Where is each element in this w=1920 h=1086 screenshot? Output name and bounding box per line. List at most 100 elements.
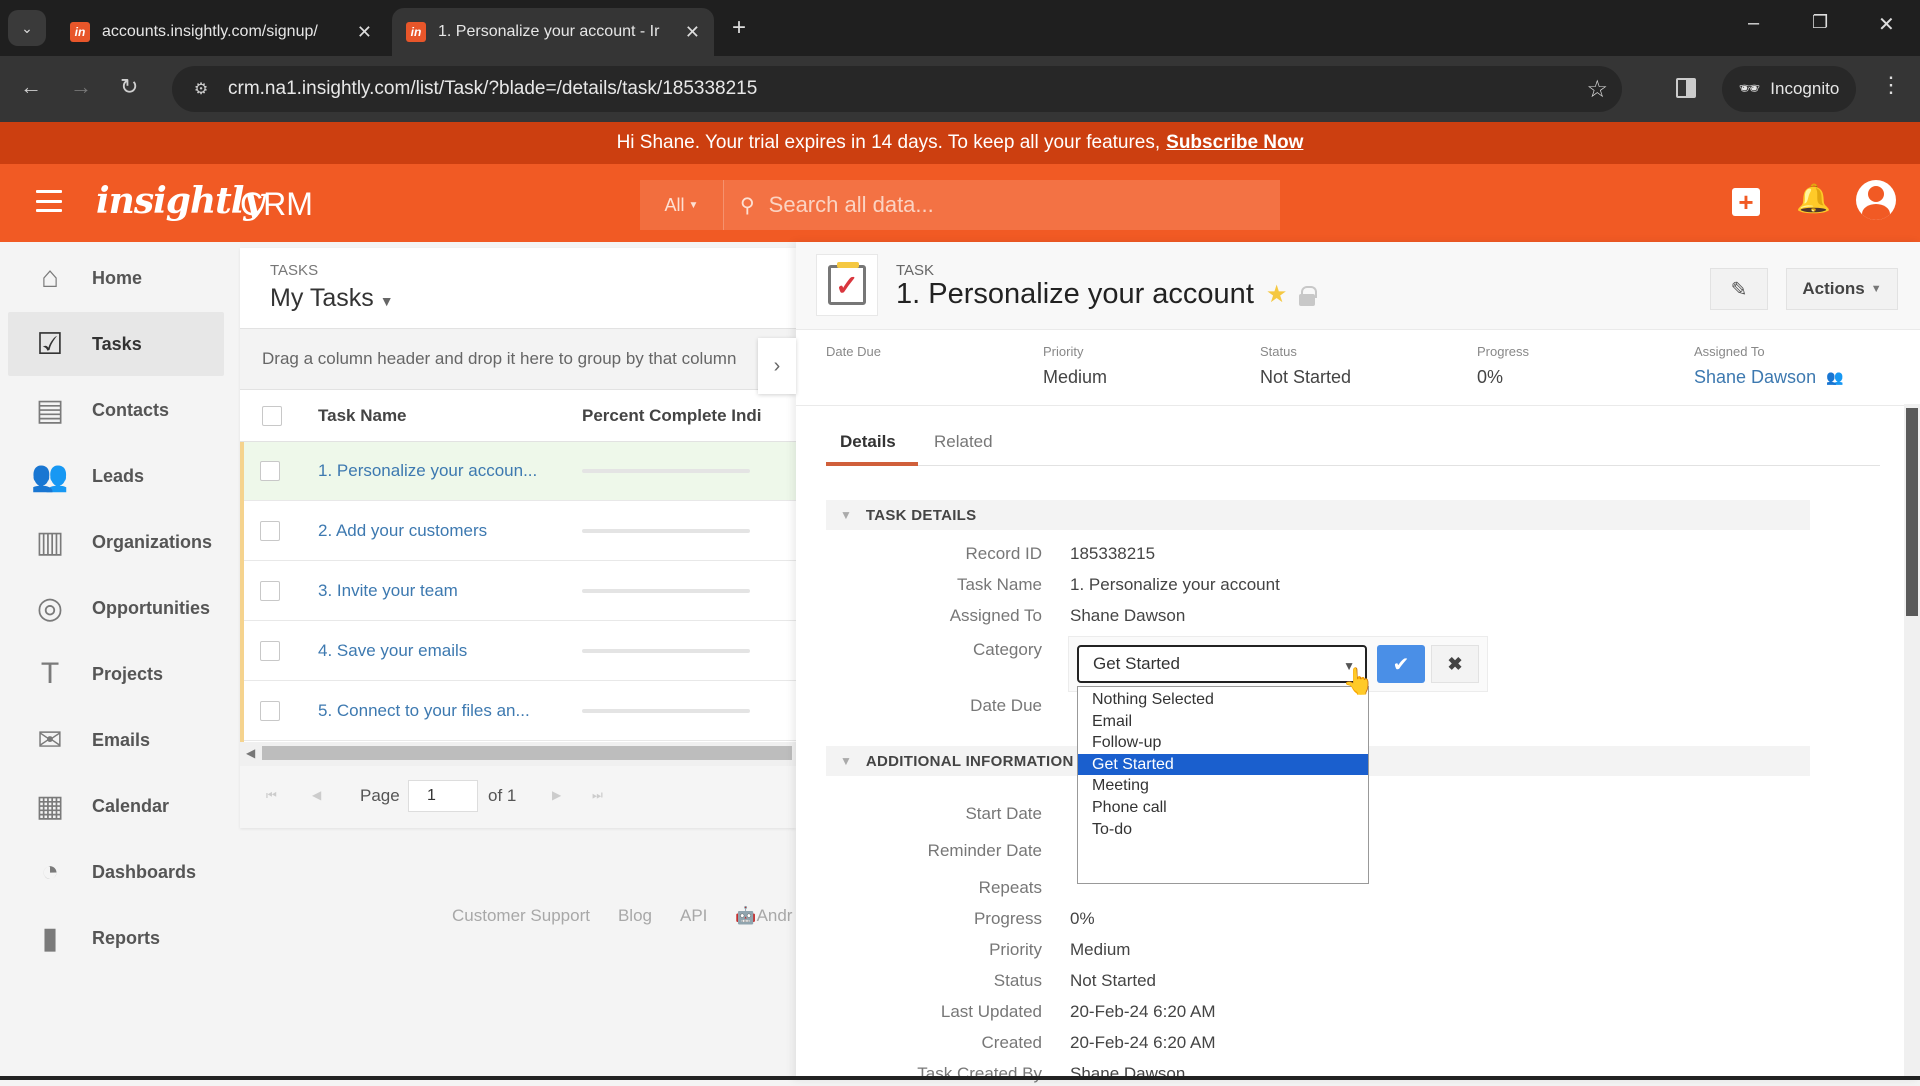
page-number-input[interactable] — [408, 780, 478, 812]
tab-related[interactable]: Related — [934, 432, 993, 452]
insightly-favicon-icon: in — [70, 22, 90, 42]
summary-date-due: Date Due — [826, 344, 881, 387]
sidebar-item-organizations[interactable]: ▥ Organizations — [8, 510, 224, 574]
table-row[interactable]: 1. Personalize your accoun... — [240, 442, 796, 501]
field-value[interactable]: Not Started — [1070, 971, 1156, 991]
view-selector[interactable]: My Tasks ▼ — [270, 284, 394, 313]
sidebar-item-dashboards[interactable]: ◔ Dashboards — [8, 840, 224, 904]
browser-tab-task[interactable]: in 1. Personalize your account - Ir ✕ — [392, 8, 714, 56]
sidebar-item-opportunities[interactable]: ◎ Opportunities — [8, 576, 224, 640]
next-page-icon[interactable]: ▶ — [552, 788, 561, 802]
restore-icon[interactable]: ❐ — [1812, 12, 1828, 33]
footer-link-support[interactable]: Customer Support — [452, 906, 590, 926]
bookmark-star-icon[interactable]: ☆ — [1586, 75, 1608, 104]
edit-button[interactable]: ✎ — [1710, 268, 1768, 310]
browser-menu-icon[interactable]: ⋮ — [1880, 72, 1902, 98]
window-close-icon[interactable]: ✕ — [1878, 12, 1895, 37]
column-header-task-name[interactable]: Task Name — [318, 406, 407, 426]
minimize-icon[interactable]: – — [1748, 12, 1759, 35]
section-task-details[interactable]: ▼ TASK DETAILS — [826, 500, 1810, 530]
prev-page-icon[interactable]: ◀ — [312, 788, 321, 802]
footer-link-api[interactable]: API — [680, 906, 707, 926]
cancel-edit-button[interactable]: ✖ — [1431, 645, 1479, 683]
url-text[interactable]: crm.na1.insightly.com/list/Task/?blade=/… — [228, 78, 1586, 100]
task-name-link[interactable]: 3. Invite your team — [318, 581, 458, 601]
sidebar-item-home[interactable]: ⌂ Home — [8, 246, 224, 310]
table-row[interactable]: 5. Connect to your files an... — [240, 682, 796, 741]
notifications-bell-icon[interactable]: 🔔 — [1796, 182, 1831, 215]
sidebar-item-contacts[interactable]: ▤ Contacts — [8, 378, 224, 442]
category-option[interactable]: Follow-up — [1078, 732, 1368, 754]
task-name-link[interactable]: 1. Personalize your accoun... — [318, 461, 537, 481]
scroll-left-icon[interactable]: ◀ — [246, 746, 255, 760]
quick-add-icon[interactable]: + — [1732, 187, 1760, 217]
new-tab-button[interactable]: + — [732, 14, 746, 42]
close-icon[interactable]: ✕ — [357, 22, 372, 43]
task-name-link[interactable]: 5. Connect to your files an... — [318, 701, 530, 721]
scrollbar-thumb[interactable] — [262, 746, 792, 760]
category-option[interactable]: To-do — [1078, 819, 1368, 841]
scrollbar-thumb[interactable] — [1906, 408, 1918, 616]
row-checkbox[interactable] — [260, 641, 280, 661]
search-input[interactable] — [768, 192, 1249, 218]
table-row[interactable]: 3. Invite your team — [240, 562, 796, 621]
subscribe-now-link[interactable]: Subscribe Now — [1166, 132, 1303, 154]
field-value[interactable]: Medium — [1070, 940, 1130, 960]
expand-list-icon[interactable]: › — [758, 338, 796, 394]
insightly-logo[interactable]: insightly — [96, 180, 264, 222]
table-row[interactable]: 4. Save your emails — [240, 622, 796, 681]
footer-link-android[interactable]: 🤖Andr — [735, 906, 792, 926]
sidebar-item-leads[interactable]: 👥 Leads — [8, 444, 224, 508]
confirm-edit-button[interactable]: ✔ — [1377, 645, 1425, 683]
select-all-checkbox[interactable] — [262, 405, 282, 426]
category-option[interactable]: Email — [1078, 711, 1368, 733]
reload-icon[interactable]: ↻ — [120, 74, 138, 100]
category-option[interactable]: Phone call — [1078, 797, 1368, 819]
sidebar-item-label: Dashboards — [92, 861, 197, 882]
category-select[interactable]: Get Started ▼ — [1077, 645, 1367, 683]
site-info-icon[interactable]: ⚙ — [184, 79, 218, 99]
favorite-star-icon[interactable]: ★ — [1266, 280, 1288, 309]
actions-button[interactable]: Actions ▼ — [1786, 268, 1898, 310]
row-checkbox[interactable] — [260, 581, 280, 601]
row-checkbox[interactable] — [260, 521, 280, 541]
back-icon[interactable]: ← — [20, 74, 42, 100]
first-page-icon[interactable]: ⏮ — [266, 788, 277, 803]
lock-icon[interactable] — [1299, 285, 1318, 306]
sidebar-item-projects[interactable]: T Projects — [8, 642, 224, 706]
task-name-link[interactable]: 4. Save your emails — [318, 641, 467, 661]
address-bar[interactable]: ⚙ crm.na1.insightly.com/list/Task/?blade… — [172, 66, 1622, 112]
category-option[interactable]: Nothing Selected — [1078, 689, 1368, 711]
table-row[interactable]: 2. Add your customers — [240, 502, 796, 561]
hamburger-menu-icon[interactable] — [36, 190, 62, 212]
sidebar-item-reports[interactable]: ▮ Reports — [8, 906, 224, 970]
forward-icon[interactable]: → — [70, 74, 92, 100]
row-checkbox[interactable] — [260, 461, 280, 481]
last-page-icon[interactable]: ⏭ — [592, 788, 603, 803]
horizontal-scrollbar[interactable]: ◀ — [240, 742, 796, 766]
group-by-drop-zone[interactable]: Drag a column header and drop it here to… — [240, 328, 796, 390]
browser-tab-signup[interactable]: in accounts.insightly.com/signup/ ✕ — [56, 8, 386, 56]
field-value[interactable]: Shane Dawson — [1070, 606, 1185, 626]
sidebar-item-calendar[interactable]: ▦ Calendar — [8, 774, 224, 838]
category-option[interactable]: Meeting — [1078, 775, 1368, 797]
field-value[interactable]: 1. Personalize your account — [1070, 575, 1280, 595]
side-panel-icon[interactable] — [1676, 78, 1696, 98]
incognito-indicator[interactable]: 🕶 Incognito — [1722, 66, 1856, 112]
reassign-users-icon[interactable]: 👥 — [1826, 369, 1843, 386]
vertical-scrollbar[interactable] — [1904, 404, 1920, 1080]
column-header-percent-complete[interactable]: Percent Complete Indi — [582, 406, 761, 426]
tab-search-button[interactable]: ⌄ — [8, 10, 46, 46]
sidebar-item-emails[interactable]: ✉ Emails — [8, 708, 224, 772]
row-checkbox[interactable] — [260, 701, 280, 721]
user-avatar-icon[interactable] — [1856, 180, 1896, 220]
search-scope-dropdown[interactable]: All ▼ — [640, 180, 724, 230]
assigned-user-link[interactable]: Shane Dawson 👥 — [1694, 367, 1844, 388]
tab-details[interactable]: Details — [840, 432, 896, 452]
sidebar-item-tasks[interactable]: ☑ Tasks — [8, 312, 224, 376]
close-icon[interactable]: ✕ — [685, 22, 700, 43]
footer-link-blog[interactable]: Blog — [618, 906, 652, 926]
field-value[interactable]: 0% — [1070, 909, 1095, 929]
task-name-link[interactable]: 2. Add your customers — [318, 521, 487, 541]
category-option[interactable]: Get Started — [1078, 753, 1368, 776]
